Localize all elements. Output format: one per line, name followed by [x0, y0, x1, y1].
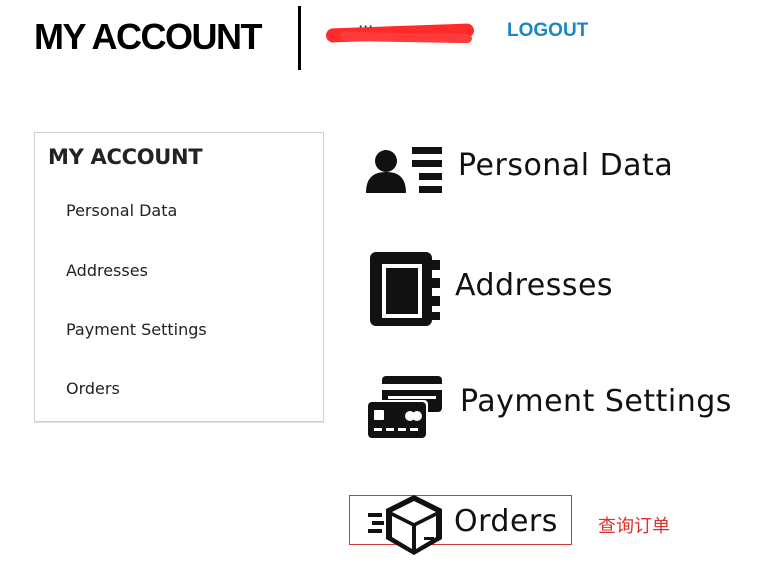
sidebar-item-payment-settings[interactable]: Payment Settings — [66, 320, 207, 339]
tile-personal-data-label: Personal Data — [458, 148, 674, 183]
credit-cards-icon — [366, 376, 442, 438]
logout-link[interactable]: LOGOUT — [507, 20, 588, 42]
tile-personal-data[interactable]: Personal Data — [366, 140, 676, 196]
sidebar-title: MY ACCOUNT — [48, 145, 203, 169]
tile-addresses-label: Addresses — [455, 268, 614, 303]
personal-data-icon — [366, 147, 442, 193]
account-sidebar: MY ACCOUNT Personal Data Addresses Payme… — [34, 132, 324, 422]
tile-orders[interactable]: Orders — [366, 493, 566, 557]
tile-addresses[interactable]: Addresses — [366, 250, 626, 328]
page-title: MY ACCOUNT — [34, 16, 263, 57]
tile-orders-label: Orders — [454, 504, 558, 539]
address-book-icon — [370, 252, 440, 326]
tile-payment-settings[interactable]: Payment Settings — [366, 372, 731, 442]
tile-payment-settings-label: Payment Settings — [460, 384, 732, 419]
annotation-note: 查询订单 — [598, 516, 670, 537]
sidebar-item-orders[interactable]: Orders — [66, 379, 120, 398]
sidebar-item-addresses[interactable]: Addresses — [66, 261, 148, 280]
sidebar-item-personal-data[interactable]: Personal Data — [66, 201, 177, 220]
header-divider — [298, 6, 301, 70]
delivery-box-icon — [368, 495, 442, 555]
